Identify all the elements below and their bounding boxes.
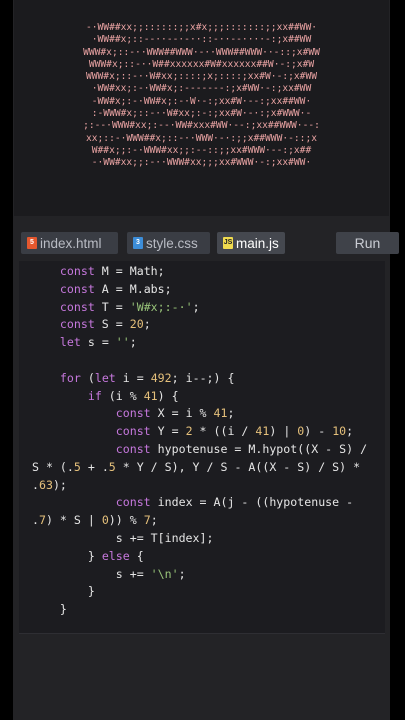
editor-tab-bar: 5 index.html 3 style.css JS main.js Run [14, 226, 399, 262]
tab-label: main.js [236, 235, 279, 251]
ascii-output: -·WW##xx;;::::::;;x#x;;;:::::::;;xx##WW·… [14, 22, 389, 170]
code-content[interactable]: const M = Math; const A = M.abs; const T… [32, 263, 377, 619]
ascii-line: ;:--·WWW#xx;:--·WW#xxx#WW·--:;xx##WWW·--… [83, 120, 320, 132]
code-line[interactable]: } else { [32, 548, 377, 566]
run-button[interactable]: Run [336, 232, 399, 254]
ascii-line: xx;::-·WWW##x;::-··WWW·-·:;;x##WWW·-::;x [85, 132, 318, 144]
code-line[interactable] [32, 352, 377, 370]
tab-label: index.html [40, 235, 102, 251]
javascript-icon: JS [223, 237, 233, 249]
code-line[interactable]: .7) * S | 0)) % 7; [32, 512, 377, 530]
tab-main-js[interactable]: JS main.js [217, 232, 285, 254]
ascii-line: -WW#x;:-·WW#x;:-·W·-:;xx#W·--:;xx##WW· [91, 95, 312, 107]
html5-icon: 5 [27, 237, 37, 249]
output-preview: -·WW##xx;;::::::;;x#x;;;:::::::;;xx##WW·… [14, 0, 389, 216]
tab-label: style.css [146, 235, 198, 251]
ascii-line: WWW#x;::-··W#xx;::::;x;::::;xx#W·-:;x#WW [85, 71, 318, 83]
code-line[interactable]: s += T[index]; [32, 530, 377, 548]
ascii-line: -·WW#xx;;:-··WWW#xx;;;xx#WWW·-:;xx#WW· [91, 157, 312, 169]
tab-index-html[interactable]: 5 index.html [21, 232, 118, 254]
ascii-line: WWW#x;::-··WWW##WWW·-··WWW##WWW··-::;x#W… [83, 46, 320, 58]
code-line[interactable]: const A = M.abs; [32, 281, 377, 299]
code-line[interactable]: const Y = 2 * ((i / 41) | 0) - 10; [32, 423, 377, 441]
code-line[interactable]: s += '\n'; [32, 566, 377, 584]
ascii-line: :-WWW#x;::-··W#xx;:-:;xx#W·-·:;x#WWW·- [91, 108, 312, 120]
css3-icon: 3 [133, 237, 143, 249]
code-line[interactable]: const M = Math; [32, 263, 377, 281]
ascii-line: -·WW##xx;;::::::;;x#x;;;:::::::;;xx##WW· [85, 22, 318, 33]
code-line[interactable]: const S = 20; [32, 316, 377, 334]
code-line[interactable]: for (let i = 492; i--;) { [32, 370, 377, 388]
code-line[interactable]: S * (.5 + .5 * Y / S), Y / S - A((X - S)… [32, 459, 377, 477]
code-line[interactable]: } [32, 583, 377, 601]
code-line[interactable]: if (i % 41) { [32, 388, 377, 406]
ascii-line: WWW#x;::-··W##xxxxxx#W#xxxxxx##W·-:;x#W [88, 58, 315, 70]
ascii-line: W##x;;:-·WWW#xx;;:--::;;xx#WWW·--:;x## [91, 144, 312, 156]
code-line[interactable]: let s = ''; [32, 334, 377, 352]
code-line[interactable]: const X = i % 41; [32, 405, 377, 423]
code-line[interactable]: const T = 'W#x;:-·'; [32, 299, 377, 317]
ascii-line: ·WW#xx;:-·WW#x;:-------:;x#WW·-:;xx#WW [91, 83, 312, 95]
ascii-line: ·WW##x;::--··--·-··::-··--····-:;x##WW [91, 34, 312, 46]
code-line[interactable]: } [32, 601, 377, 619]
tab-style-css[interactable]: 3 style.css [127, 232, 210, 254]
code-line[interactable]: const hypotenuse = M.hypot((X - S) / [32, 441, 377, 459]
code-line[interactable]: .63); [32, 477, 377, 495]
code-line[interactable]: const index = A(j - ((hypotenuse - [32, 494, 377, 512]
code-editor[interactable]: const M = Math; const A = M.abs; const T… [19, 261, 385, 634]
